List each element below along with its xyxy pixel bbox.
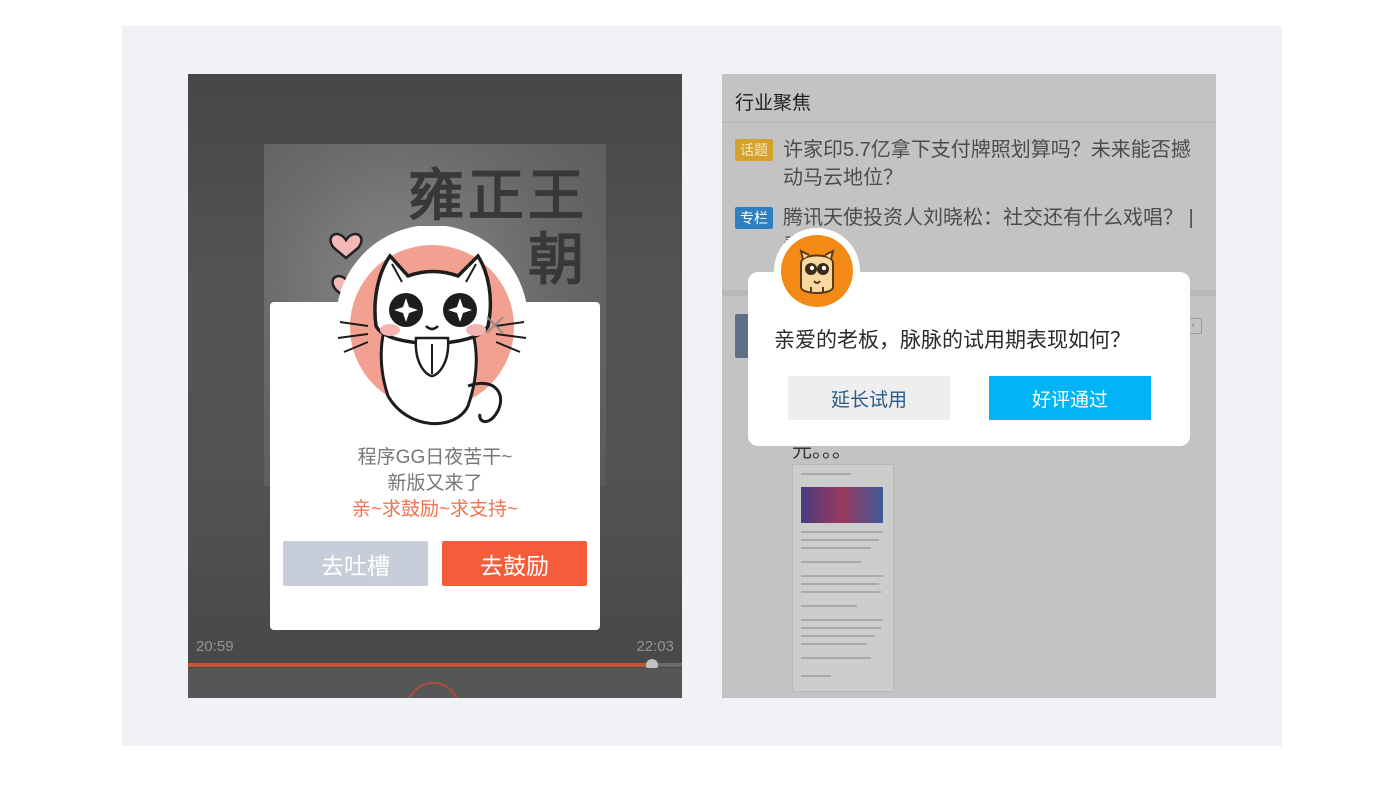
post-image-line [801,643,867,645]
feed-header: 行业聚焦 [722,74,1216,123]
post-image-line [801,561,861,563]
post-image-line [801,539,879,541]
news-feed-screen: 行业聚焦 话题 许家印5.7亿拿下支付牌照划算吗？未来能否撼动马云地位？ 专栏 … [722,74,1216,698]
dialog-message-highlight: 亲~求鼓励~求支持~ [351,499,519,520]
post-image-line [801,627,881,629]
post-image-line [801,635,875,637]
post-image-line [801,473,851,475]
post-image-line [801,531,883,533]
mascot-face-icon [799,249,835,294]
news-title[interactable]: 许家印5.7亿拿下支付牌照划算吗？未来能否撼动马云地位？ [783,136,1203,192]
dialog-question: 亲爱的老板，脉脉的试用期表现如何？ [774,329,1131,352]
video-app-screen: 雍正王朝 20:59 22:03 程序GG日夜苦干~ 新版又来了 亲~求鼓励~求… [188,74,682,698]
post-image-line [801,575,883,577]
close-icon[interactable] [483,313,507,337]
encourage-button[interactable]: 去鼓励 [442,541,587,586]
post-image-line [801,657,871,659]
post-image-line [801,583,879,585]
mascot-avatar [781,235,853,307]
extend-trial-button[interactable]: 延长试用 [788,376,950,420]
post-image-line [801,605,857,607]
page-title: 行业聚焦 [735,93,812,114]
heart-icon [329,232,363,260]
topic-tag: 话题 [735,139,773,161]
post-image[interactable] [792,464,894,692]
post-image-line [801,547,871,549]
approve-button[interactable]: 好评通过 [989,376,1151,420]
dialog-message-line1: 程序GG日夜苦干~ [357,447,513,468]
dialog-message-line2: 新版又来了 [387,473,483,494]
post-image-line [801,591,881,593]
post-image-line [801,619,883,621]
post-image-line [801,675,831,677]
post-image-banner [801,487,883,523]
column-tag: 专栏 [735,207,773,229]
complain-button[interactable]: 去吐槽 [283,541,428,586]
